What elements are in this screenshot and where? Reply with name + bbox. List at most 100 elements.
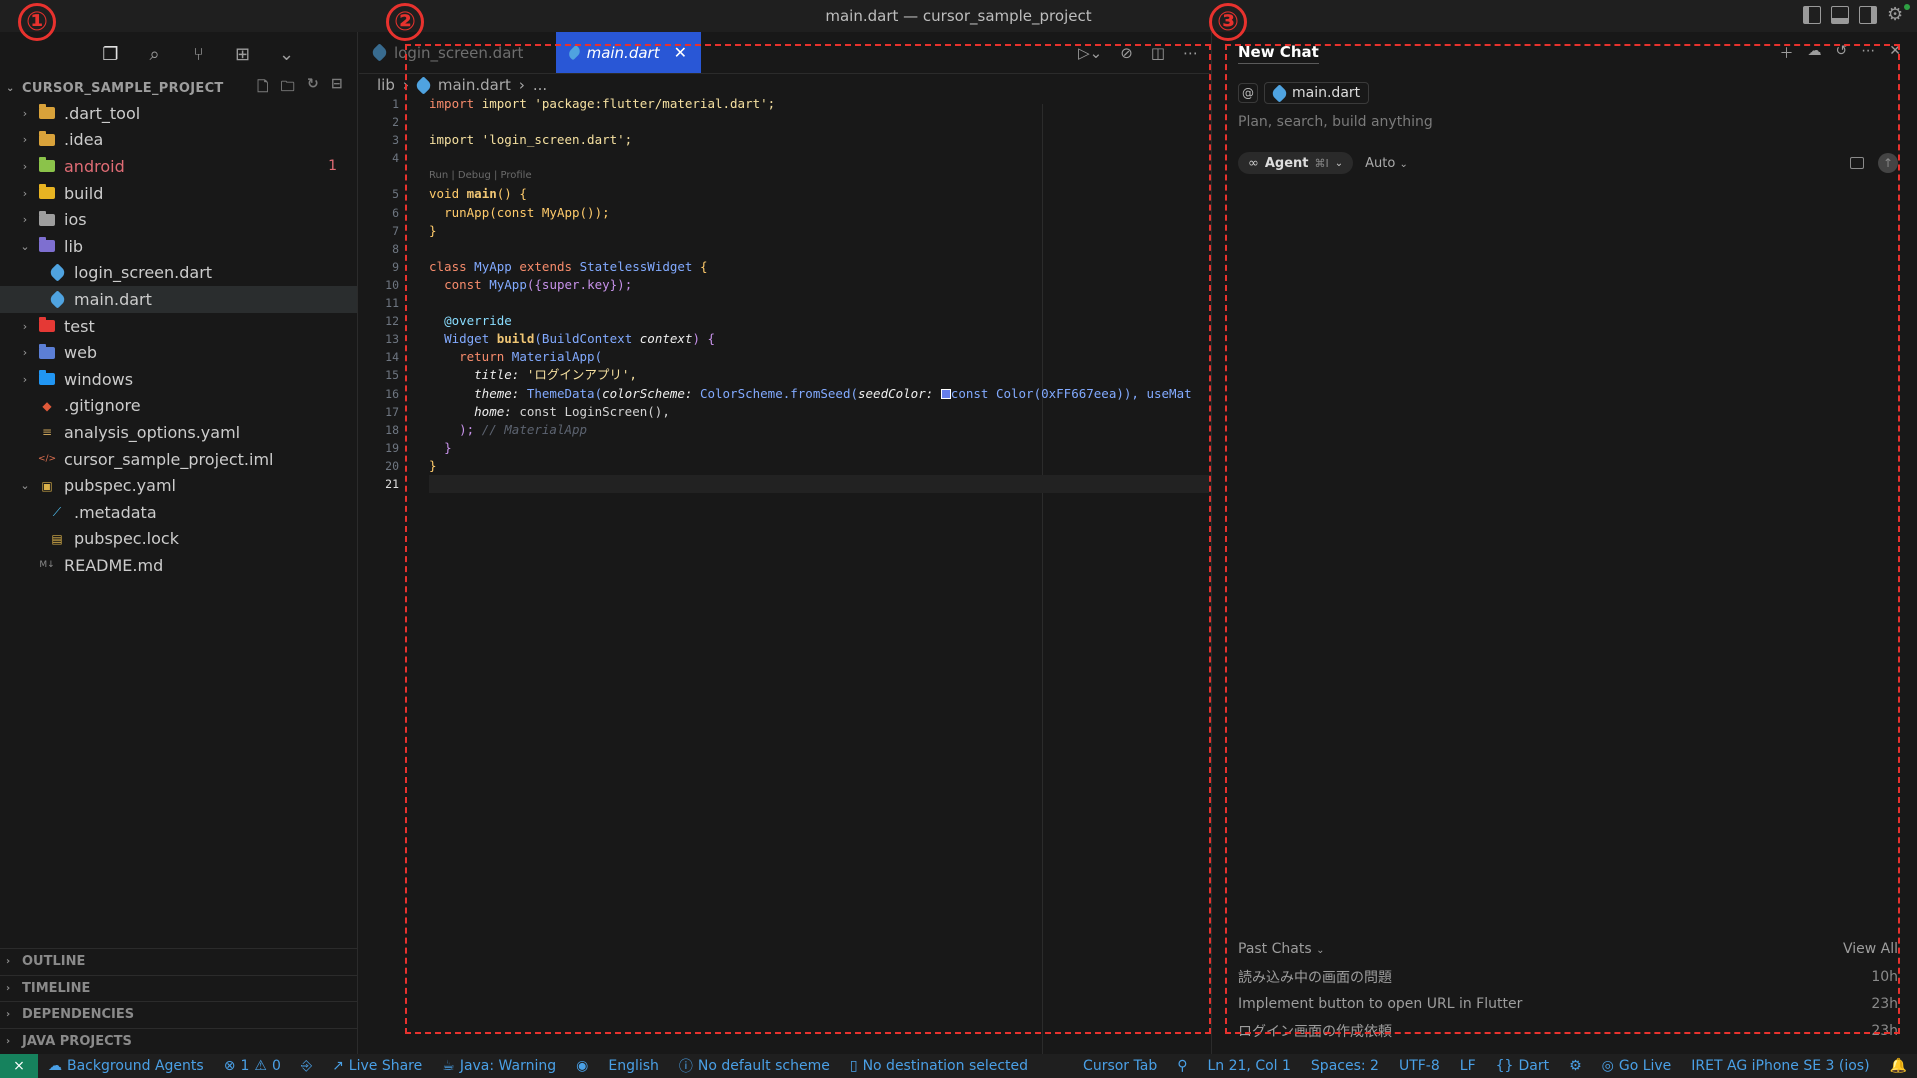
hide-icon[interactable]: ⊘ [1120,44,1133,62]
broadcast-icon[interactable]: ◉ [566,1058,598,1074]
split-editor-icon[interactable]: ◫ [1151,44,1165,62]
search-icon[interactable]: ⌕ [144,43,166,65]
tree-item-label: ios [64,210,87,230]
run-debug-icon[interactable]: ▷⌄ [1078,44,1102,62]
live-share[interactable]: ↗ Live Share [322,1058,432,1074]
past-chat-item[interactable]: ログイン画面の作成依頼 23h [1238,1017,1898,1044]
destination-status[interactable]: ▯ No destination selected [840,1058,1038,1074]
remote-indicator-icon[interactable]: ⨯ [0,1054,38,1078]
context-file-chip[interactable]: main.dart [1264,82,1370,104]
tree-item[interactable]: › .dart_tool [0,100,357,127]
sidebar-section[interactable]: › OUTLINE [0,948,357,975]
tree-item[interactable]: ▤ pubspec.lock [0,526,357,553]
tree-item[interactable]: › web [0,339,357,366]
folder-shape [39,184,55,200]
model-selector[interactable]: Auto ⌄ [1365,156,1408,171]
sidebar-section[interactable]: › DEPENDENCIES [0,1001,357,1028]
import-statement: import 'package:flutter/material.dart'; [481,96,776,111]
language-ui[interactable]: English [598,1058,669,1074]
run-icon[interactable]: ⎆ [291,1058,322,1074]
send-button[interactable]: ↑ [1878,153,1898,173]
flutter-icon: ⟋ [52,504,62,519]
color-swatch[interactable] [940,389,951,399]
tree-item[interactable]: › ios [0,206,357,233]
tree-item[interactable]: › build [0,180,357,207]
chevron-right-icon: › [402,76,409,94]
history-icon[interactable]: ↺ [1836,43,1848,63]
chat-tab-title[interactable]: New Chat [1238,43,1319,64]
tree-item[interactable]: ⌄ ▣ pubspec.yaml [0,472,357,499]
annotation-marker-2: ② [386,3,424,41]
toggle-panel-icon[interactable] [1831,6,1849,24]
cursor-tab[interactable]: Cursor Tab [1073,1058,1167,1074]
encoding[interactable]: UTF-8 [1389,1058,1450,1074]
device-selector[interactable]: IRET AG iPhone SE 3 (ios) [1681,1058,1879,1074]
sidebar-section[interactable]: › JAVA PROJECTS [0,1027,357,1055]
sidebar-section[interactable]: › TIMELINE [0,974,357,1002]
breadcrumb-symbol[interactable]: ... [533,76,547,94]
collapse-all-icon[interactable]: ⊟ [331,76,343,100]
info-icon: ⓘ [678,1059,693,1075]
end-of-line[interactable]: LF [1450,1058,1486,1074]
param-type: (BuildContext [534,331,633,347]
breadcrumb-file[interactable]: main.dart [438,76,511,94]
problems-indicator[interactable]: ⊗ 1 ⚠ 0 [214,1058,291,1074]
tree-item[interactable]: › windows [0,366,357,393]
close-icon[interactable]: ✕ [1889,43,1901,63]
tree-item[interactable]: › android 1 [0,153,357,180]
tab-main-dart[interactable]: main.dart ✕ [556,32,701,73]
past-chats-toggle[interactable]: Past Chats ⌄ [1238,941,1324,957]
explorer-files-icon[interactable]: ❐ [100,43,122,65]
source-control-icon[interactable]: ⑂ [188,43,210,65]
codelens-run-debug[interactable]: Run | Debug | Profile [429,167,1209,185]
tree-item[interactable]: M↓ README.md [0,552,357,579]
toggle-secondary-sidebar-icon[interactable] [1859,6,1877,24]
chevron-down-icon[interactable]: ⌄ [276,43,298,65]
view-all-link[interactable]: View All [1843,941,1898,957]
breadcrumb-folder[interactable]: lib [377,76,395,94]
more-icon[interactable]: ⋯ [1861,43,1875,63]
tab-login-screen[interactable]: login_screen.dart [359,32,556,73]
go-live[interactable]: ◎ Go Live [1592,1058,1682,1074]
cursor-position[interactable]: Ln 21, Col 1 [1197,1058,1300,1074]
bell-icon[interactable]: 🔔 [1880,1058,1917,1074]
tree-item[interactable]: ⟋ .metadata [0,499,357,526]
tree-item[interactable]: › test [0,313,357,340]
settings-gear-icon[interactable]: ⚙ [1887,4,1910,26]
chevron-right-icon: › [518,76,525,94]
folder-shape [39,130,55,146]
new-chat-icon[interactable]: ＋ [1780,43,1794,63]
chat-composer[interactable]: @ main.dart Plan, search, build anything… [1238,82,1898,174]
add-context-button[interactable]: @ [1238,83,1258,103]
past-chat-item[interactable]: 読み込み中の画面の問題 10h [1238,963,1898,990]
background-agents[interactable]: ☁ Background Agents [38,1058,214,1074]
image-attach-icon[interactable] [1850,157,1864,169]
copilot-icon[interactable]: ⚙ [1559,1058,1592,1074]
scheme-status[interactable]: ⓘ No default scheme [669,1056,840,1076]
close-icon[interactable]: ✕ [674,43,687,62]
tree-item[interactable]: ⌄ lib [0,233,357,260]
indentation[interactable]: Spaces: 2 [1301,1058,1389,1074]
pin-icon[interactable]: ⚲ [1167,1058,1197,1074]
new-folder-icon[interactable]: 🗀 [281,76,295,100]
java-status[interactable]: ☕ Java: Warning [432,1058,566,1074]
refresh-icon[interactable]: ↻ [307,76,319,100]
toggle-primary-sidebar-icon[interactable] [1803,6,1821,24]
tree-item[interactable]: ◆ .gitignore [0,393,357,420]
agent-mode-selector[interactable]: ∞ Agent ⌘I ⌄ [1238,152,1354,174]
tree-item[interactable]: login_screen.dart [0,260,357,287]
extensions-icon[interactable]: ⊞ [232,43,254,65]
explorer-project-header[interactable]: ⌄ CURSOR_SAMPLE_PROJECT 🗋 🗀 ↻ ⊟ [0,76,357,100]
error-badge: 1 [328,158,337,175]
tree-item[interactable]: ≡ analysis_options.yaml [0,419,357,446]
tree-item[interactable]: main.dart [0,286,357,313]
new-file-icon[interactable]: 🗋 [257,76,269,100]
language-mode[interactable]: {} Dart [1486,1058,1559,1074]
code-editor[interactable]: 1 2 3 4 5 6 7 8 9 10 11 12 13 14 15 16 17 18 19 20 21 import… [359,96,1210,1054]
chat-input[interactable]: Plan, search, build anything [1238,114,1898,130]
past-chat-item[interactable]: Implement button to open URL in Flutter 2… [1238,990,1898,1017]
cloud-icon[interactable]: ☁ [1808,43,1822,63]
tree-item[interactable]: › .idea [0,127,357,154]
tree-item[interactable]: </> cursor_sample_project.iml [0,446,357,473]
more-icon[interactable]: ⋯ [1183,44,1198,62]
